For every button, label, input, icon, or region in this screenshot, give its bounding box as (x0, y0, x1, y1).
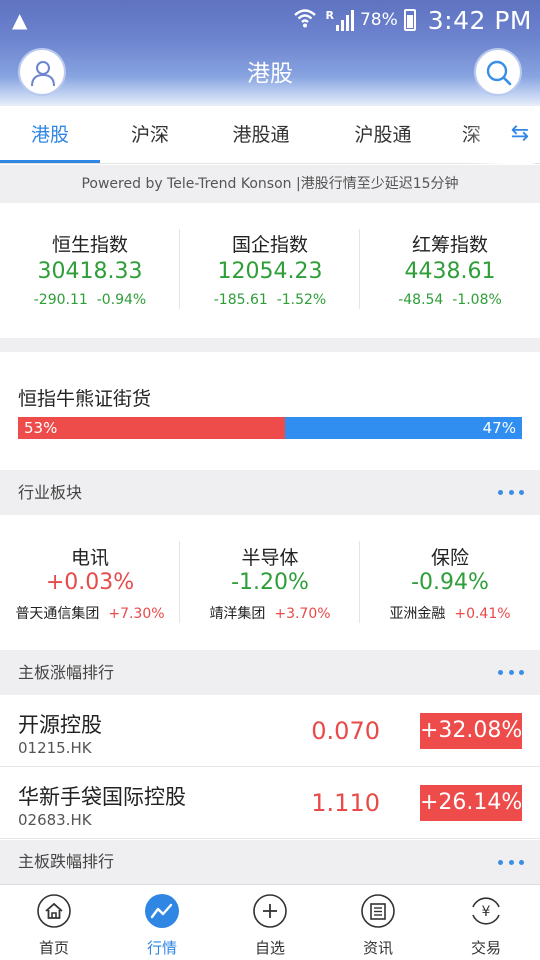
bull-bear-bar: 53% 47% (18, 417, 522, 439)
index-change: -290.11 -0.94% (33, 292, 147, 308)
nav-news[interactable]: 资讯 (324, 885, 432, 960)
industry-section-header: 行业板块 (0, 470, 540, 515)
index-value: 4438.61 (404, 259, 496, 284)
bear-segment: 47% (285, 417, 522, 439)
sector-change: -0.94% (411, 570, 489, 595)
active-tab-indicator (0, 160, 100, 163)
more-icon[interactable] (498, 662, 524, 682)
search-button[interactable] (474, 48, 522, 96)
stock-name: 华新手袋国际控股 (18, 785, 186, 809)
section-gap (0, 338, 540, 352)
home-icon (37, 894, 71, 928)
nav-label: 交易 (470, 939, 501, 957)
industry-sectors: 电讯 +0.03% 普天通信集团 +7.30% 半导体 -1.20% 靖洋集团 … (0, 515, 540, 650)
nav-label: 自选 (254, 939, 285, 957)
bull-bear-title: 恒指牛熊证街货 (18, 388, 152, 410)
stock-price: 1.110 (311, 789, 380, 817)
section-title: 行业板块 (18, 483, 83, 502)
tab-shanghai-connect[interactable]: 沪股通 (322, 106, 444, 164)
wifi-icon (293, 8, 317, 33)
bull-bear-panel[interactable]: 恒指牛熊证街货 53% 47% (0, 352, 540, 470)
stock-change-badge: +32.08% (420, 713, 522, 749)
trade-yuan-icon: ¥ (472, 897, 500, 925)
index-summary: 恒生指数 30418.33 -290.11 -0.94% 国企指数 12054.… (0, 203, 540, 338)
stock-price: 0.070 (311, 717, 380, 745)
nav-label: 行情 (146, 939, 177, 957)
stock-code: 02683.HK (18, 811, 92, 829)
sector-change: +0.03% (45, 570, 135, 595)
index-value: 30418.33 (37, 259, 143, 284)
sector-change: -1.20% (231, 570, 309, 595)
tab-hk-connect[interactable]: 港股通 (200, 106, 322, 164)
svg-text:¥: ¥ (482, 904, 491, 920)
index-name: 恒生指数 (51, 234, 128, 256)
page-title: 港股 (247, 61, 293, 87)
sector-leader: 靖洋集团 +3.70% (209, 606, 331, 622)
sector-leader: 亚洲金融 +0.41% (389, 606, 511, 622)
swap-arrows-icon[interactable]: ⇆ (506, 106, 534, 164)
stock-code: 01215.HK (18, 739, 92, 757)
app-header: 港股 (0, 40, 540, 106)
warning-icon: ▲ (12, 8, 28, 32)
more-icon[interactable] (498, 482, 524, 502)
status-bar: ▲ R 78% 3:42 PM (0, 0, 540, 40)
index-change: -48.54 -1.08% (398, 292, 502, 308)
bottom-navigation: 首页 行情 自选 资讯 ¥ 交易 (0, 884, 540, 960)
section-title: 主板涨幅排行 (18, 663, 115, 682)
sector-card-telecom[interactable]: 电讯 +0.03% 普天通信集团 +7.30% (0, 515, 180, 650)
sector-card-insurance[interactable]: 保险 -0.94% 亚洲金融 +0.41% (360, 515, 540, 650)
clock: 3:42 PM (427, 5, 532, 35)
nav-watchlist[interactable]: 自选 (216, 885, 324, 960)
nav-home[interactable]: 首页 (0, 885, 108, 960)
battery-percent: 78% (359, 10, 398, 30)
tab-shanghai-shenzhen[interactable]: 沪深 (100, 106, 200, 164)
add-favorite-icon (253, 894, 287, 928)
market-tabs: 港股 沪深 港股通 沪股通 深 ⇆ (0, 106, 540, 164)
index-name: 红筹指数 (411, 234, 488, 256)
market-chart-icon (145, 894, 179, 928)
index-change: -185.61 -1.52% (213, 292, 327, 308)
losers-section-header: 主板跌幅排行 (0, 840, 540, 884)
stock-name: 开源控股 (18, 713, 102, 737)
section-title: 主板跌幅排行 (18, 852, 115, 871)
news-icon (361, 894, 395, 928)
nav-label: 首页 (38, 939, 69, 957)
index-value: 12054.23 (217, 259, 323, 284)
sector-name: 保险 (430, 547, 469, 569)
sector-card-semiconductor[interactable]: 半导体 -1.20% 靖洋集团 +3.70% (180, 515, 360, 650)
sector-leader: 普天通信集团 +7.30% (15, 606, 165, 622)
stock-row[interactable]: 开源控股 01215.HK 0.070 +32.08% (0, 695, 540, 767)
tab-hk-stocks[interactable]: 港股 (0, 106, 100, 164)
index-name: 国企指数 (231, 234, 308, 256)
more-icon[interactable] (498, 852, 524, 872)
index-card-hscei[interactable]: 国企指数 12054.23 -185.61 -1.52% (180, 203, 360, 338)
nav-market[interactable]: 行情 (108, 885, 216, 960)
stock-change-badge: +26.14% (420, 785, 522, 821)
gainers-section-header: 主板涨幅排行 (0, 650, 540, 695)
nav-trade[interactable]: ¥ 交易 (432, 885, 540, 960)
data-source-notice: Powered by Tele-Trend Konson |港股行情至少延迟15… (0, 165, 540, 203)
index-card-hsi[interactable]: 恒生指数 30418.33 -290.11 -0.94% (0, 203, 180, 338)
sector-name: 半导体 (241, 547, 299, 569)
cell-signal-icon: R (325, 9, 354, 31)
battery-icon (403, 9, 416, 31)
sector-name: 电讯 (70, 547, 109, 569)
tab-fade (466, 106, 506, 164)
roaming-indicator: R (325, 9, 334, 22)
search-icon (486, 60, 512, 86)
bull-segment: 53% (18, 417, 286, 439)
nav-label: 资讯 (362, 939, 393, 957)
status-right: R 78% 3:42 PM (293, 4, 532, 36)
stock-row[interactable]: 华新手袋国际控股 02683.HK 1.110 +26.14% (0, 767, 540, 839)
index-card-hscci[interactable]: 红筹指数 4438.61 -48.54 -1.08% (360, 203, 540, 338)
